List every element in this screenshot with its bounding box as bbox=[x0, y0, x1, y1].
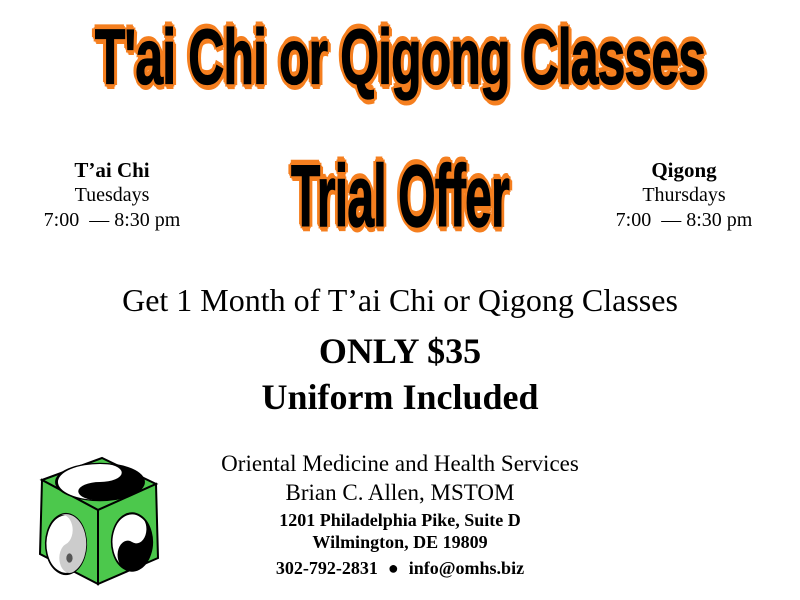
organization-name: Oriental Medicine and Health Services bbox=[221, 451, 579, 476]
schedule-qigong: Qigong Thursdays 7:00 — 8:30 pm bbox=[584, 158, 784, 233]
contact-line: 302-792-2831 ● info@omhs.biz bbox=[200, 558, 600, 579]
phone-number: 302-792-2831 bbox=[275, 558, 378, 578]
practitioner-name: Brian C. Allen, MSTOM bbox=[285, 480, 515, 505]
city-state-zip: Wilmington, DE 19809 bbox=[312, 532, 488, 552]
offer-description: Get 1 Month of T’ai Chi or Qigong Classe… bbox=[122, 282, 678, 318]
offer-uniform-note: Uniform Included bbox=[261, 377, 539, 417]
schedule-day: Thursdays bbox=[642, 184, 726, 206]
schedule-time: 7:00 — 8:30 pm bbox=[615, 209, 753, 231]
yin-yang-cube-icon bbox=[38, 456, 160, 586]
bullet-separator: ● bbox=[387, 558, 399, 578]
offer-price: ONLY $35 bbox=[318, 331, 482, 371]
street-address: 1201 Philadelphia Pike, Suite D bbox=[279, 510, 521, 530]
flyer-title: T'ai Chi or Qigong Classes bbox=[94, 13, 706, 102]
email-address: info@omhs.biz bbox=[408, 558, 525, 578]
schedule-class-name: Qigong bbox=[651, 158, 717, 182]
